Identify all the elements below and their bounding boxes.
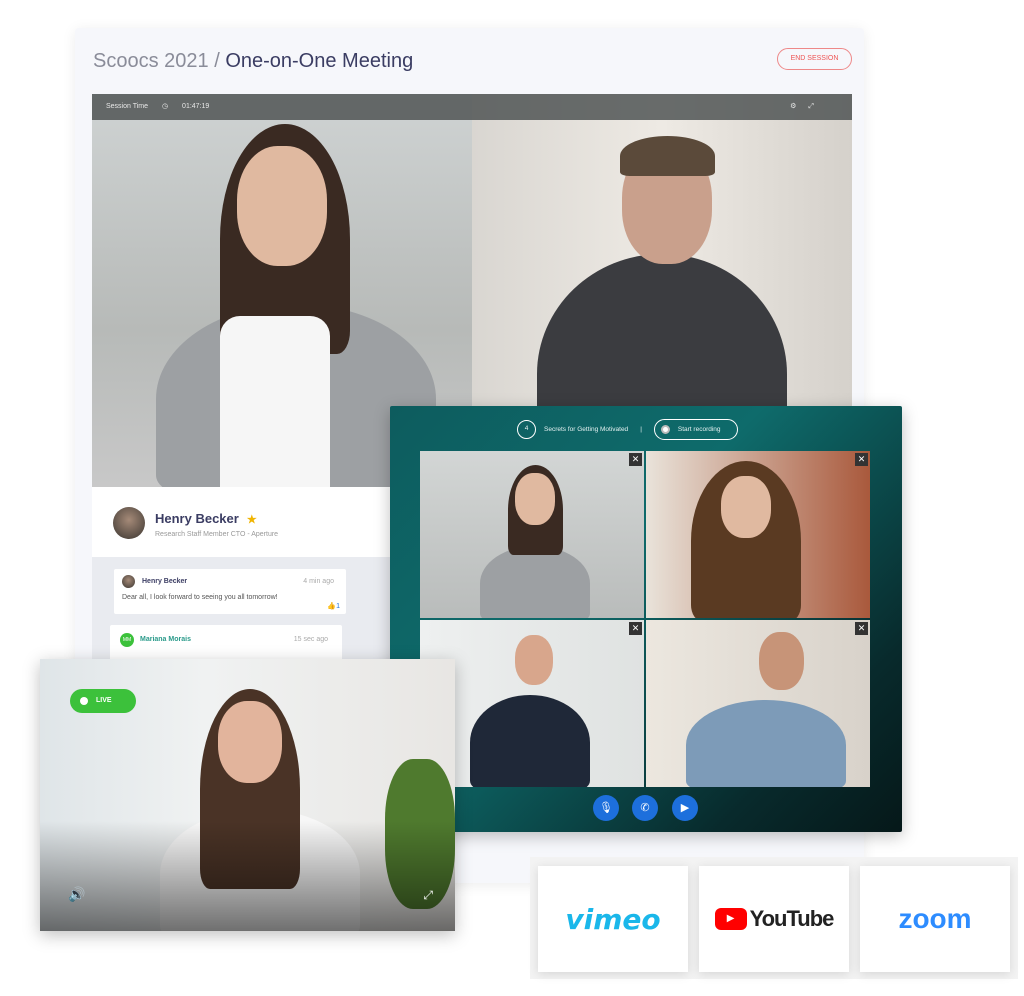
close-icon[interactable]: ✕: [855, 453, 868, 466]
microphone-button[interactable]: 🎙: [593, 795, 619, 821]
session-title: Secrets for Getting Motivated: [544, 426, 629, 433]
thumbs-up-icon: 👍: [327, 603, 337, 610]
like-button[interactable]: 👍1: [327, 602, 340, 610]
camera-icon: ▶: [680, 802, 690, 814]
video-toolbar: Session Time ◷ 01:47:19 ⚙ ⤢: [92, 94, 852, 120]
expand-icon[interactable]: ⤢: [808, 103, 814, 110]
youtube-logo: ▶ YouTube: [699, 866, 849, 972]
close-icon[interactable]: ✕: [629, 453, 642, 466]
chat-message: Henry Becker 4 min ago Dear all, I look …: [114, 569, 346, 614]
gallery-view: 4 Secrets for Getting Motivated | Start …: [390, 406, 902, 832]
phone-button[interactable]: ✆: [632, 795, 658, 821]
record-icon: [660, 425, 670, 434]
zoom-logo: zoom: [860, 866, 1010, 972]
video-tile: ✕: [646, 620, 870, 787]
profile-role: Research Staff Member CTO - Aperture: [155, 531, 279, 538]
session-time: 01:47:19: [182, 103, 210, 110]
gear-icon[interactable]: ⚙: [790, 103, 796, 110]
end-session-button[interactable]: END SESSION: [777, 48, 852, 70]
phone-icon: ✆: [640, 802, 650, 814]
profile-name: Henry Becker ★: [155, 511, 257, 526]
vimeo-logo: vimeo: [538, 866, 688, 972]
video-tile: ✕: [420, 451, 644, 618]
meeting-title: One-on-One Meeting: [225, 50, 414, 72]
camera-button[interactable]: ▶: [672, 795, 698, 821]
session-time-label: Session Time: [106, 103, 149, 110]
clock-icon: ◷: [161, 103, 169, 110]
close-icon[interactable]: ✕: [855, 622, 868, 635]
live-stream-video: LIVE 🔊 ⤢: [40, 659, 455, 931]
fullscreen-icon[interactable]: ⤢: [423, 888, 433, 903]
microphone-icon: 🎙: [599, 802, 613, 814]
star-icon: ★: [246, 514, 257, 526]
session-number: 4: [517, 420, 536, 439]
avatar: [113, 507, 145, 539]
live-badge: LIVE: [70, 689, 136, 713]
volume-icon[interactable]: 🔊: [68, 886, 85, 903]
video-tile: ✕: [646, 451, 870, 618]
start-recording-button[interactable]: Start recording: [653, 419, 738, 440]
youtube-play-icon: ▶: [714, 908, 747, 930]
close-icon[interactable]: ✕: [629, 622, 642, 635]
page-title: Scoocs 2021 / One-on-One Meeting: [93, 50, 413, 73]
breadcrumb[interactable]: Scoocs 2021 /: [93, 50, 225, 72]
